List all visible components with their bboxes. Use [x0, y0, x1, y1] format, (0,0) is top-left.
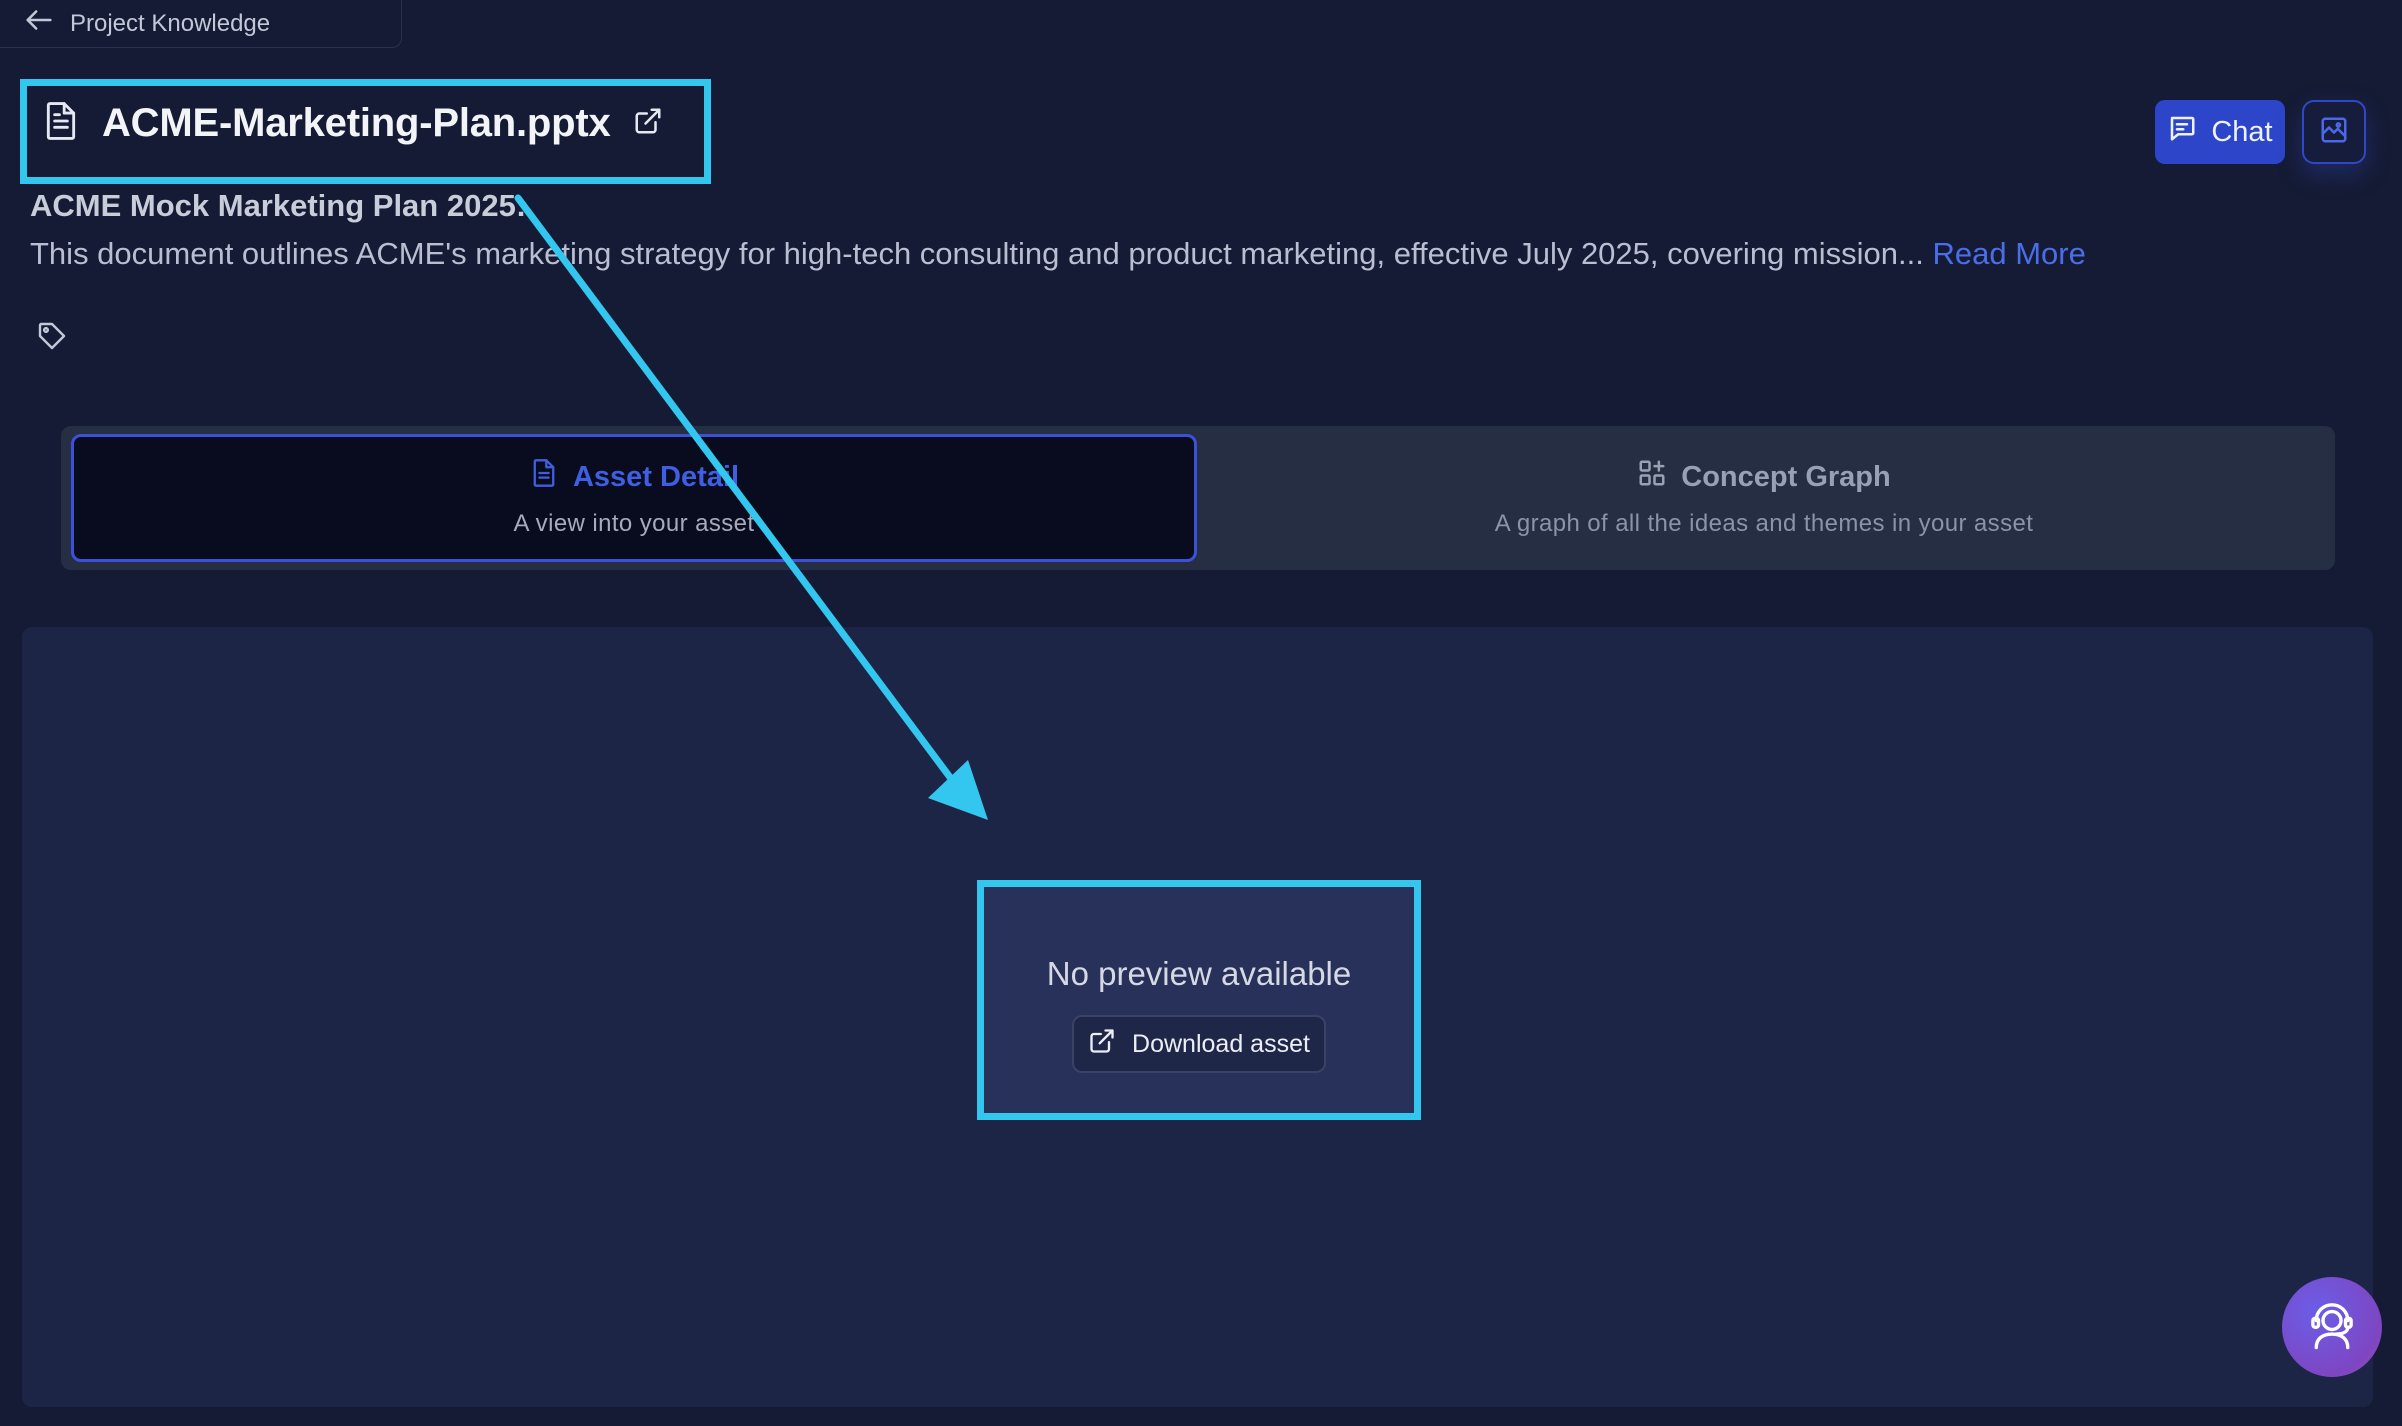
asset-view-tabs: Asset Detail A view into your asset Conc…: [61, 426, 2335, 570]
external-link-icon[interactable]: [633, 106, 663, 141]
support-agent-button[interactable]: [2282, 1277, 2382, 1377]
image-icon: [2319, 115, 2349, 150]
asset-subtitle: ACME Mock Marketing Plan 2025:: [30, 188, 527, 223]
chat-button-label: Chat: [2211, 115, 2273, 148]
no-preview-message: No preview available: [1046, 955, 1352, 992]
no-preview-box: No preview available Download asset: [977, 880, 1421, 1120]
grid-plus-icon: [1637, 458, 1667, 496]
external-link-icon: [1088, 1027, 1116, 1062]
tab-concept-graph-description: A graph of all the ideas and themes in y…: [1494, 510, 2034, 537]
tag-icon[interactable]: [36, 320, 68, 357]
document-icon: [42, 100, 80, 147]
chat-button[interactable]: Chat: [2155, 100, 2285, 164]
download-asset-button[interactable]: Download asset: [1072, 1015, 1326, 1073]
asset-description: This document outlines ACME's marketing …: [30, 236, 2086, 272]
support-agent-icon: [2305, 1298, 2359, 1357]
asset-page: Project Knowledge ACME-Marketing-Plan.pp…: [0, 0, 2402, 1426]
back-to-project-knowledge[interactable]: Project Knowledge: [0, 0, 402, 48]
back-nav-label: Project Knowledge: [70, 9, 271, 37]
asset-title-row: ACME-Marketing-Plan.pptx: [42, 100, 663, 147]
tab-concept-graph-label: Concept Graph: [1681, 460, 1891, 493]
tab-asset-detail-label: Asset Detail: [572, 460, 739, 493]
tab-asset-detail[interactable]: Asset Detail A view into your asset: [71, 434, 1197, 562]
chat-bubble-icon: [2167, 113, 2197, 151]
image-view-button[interactable]: [2302, 100, 2366, 164]
download-asset-label: Download asset: [1132, 1029, 1310, 1058]
tab-asset-detail-description: A view into your asset: [513, 510, 755, 537]
asset-file-name: ACME-Marketing-Plan.pptx: [102, 101, 611, 145]
document-icon: [529, 458, 559, 496]
arrow-left-icon: [22, 3, 56, 44]
tab-concept-graph[interactable]: Concept Graph A graph of all the ideas a…: [1201, 434, 2327, 562]
asset-description-text: This document outlines ACME's marketing …: [30, 236, 1924, 271]
read-more-link[interactable]: Read More: [1932, 236, 2085, 271]
